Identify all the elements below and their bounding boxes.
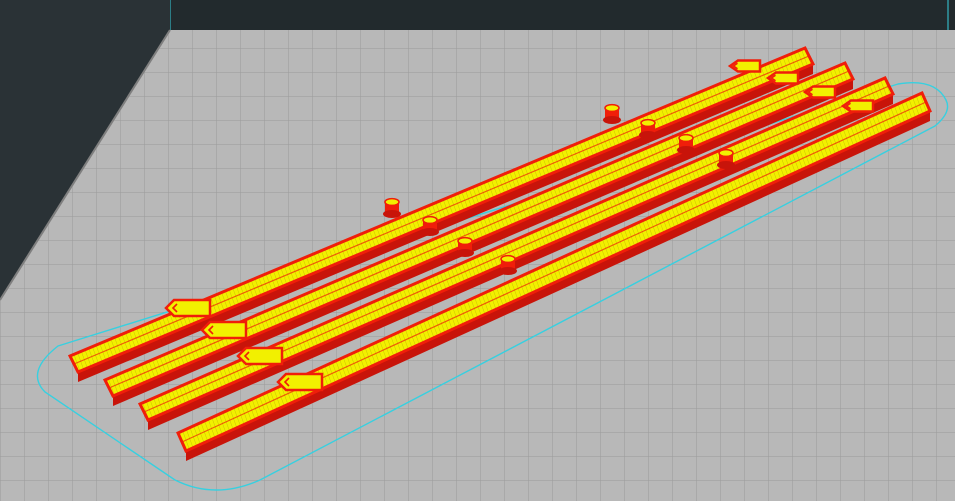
end-tab bbox=[200, 320, 248, 340]
end-tab bbox=[802, 85, 837, 99]
end-tab bbox=[236, 346, 284, 366]
peg bbox=[639, 118, 657, 139]
peg bbox=[499, 254, 517, 275]
end-tab bbox=[276, 372, 324, 392]
end-tab bbox=[727, 59, 762, 73]
peg bbox=[456, 236, 474, 257]
peg bbox=[421, 215, 439, 236]
3d-slice-preview-viewport[interactable] bbox=[0, 0, 955, 501]
peg bbox=[383, 197, 401, 218]
end-tab bbox=[765, 71, 800, 85]
peg bbox=[677, 133, 695, 154]
print-bed-scene[interactable] bbox=[0, 0, 955, 501]
peg bbox=[603, 103, 621, 124]
end-tab bbox=[840, 99, 875, 113]
peg bbox=[717, 148, 735, 169]
end-tab bbox=[164, 298, 212, 318]
back-wall bbox=[170, 0, 955, 30]
